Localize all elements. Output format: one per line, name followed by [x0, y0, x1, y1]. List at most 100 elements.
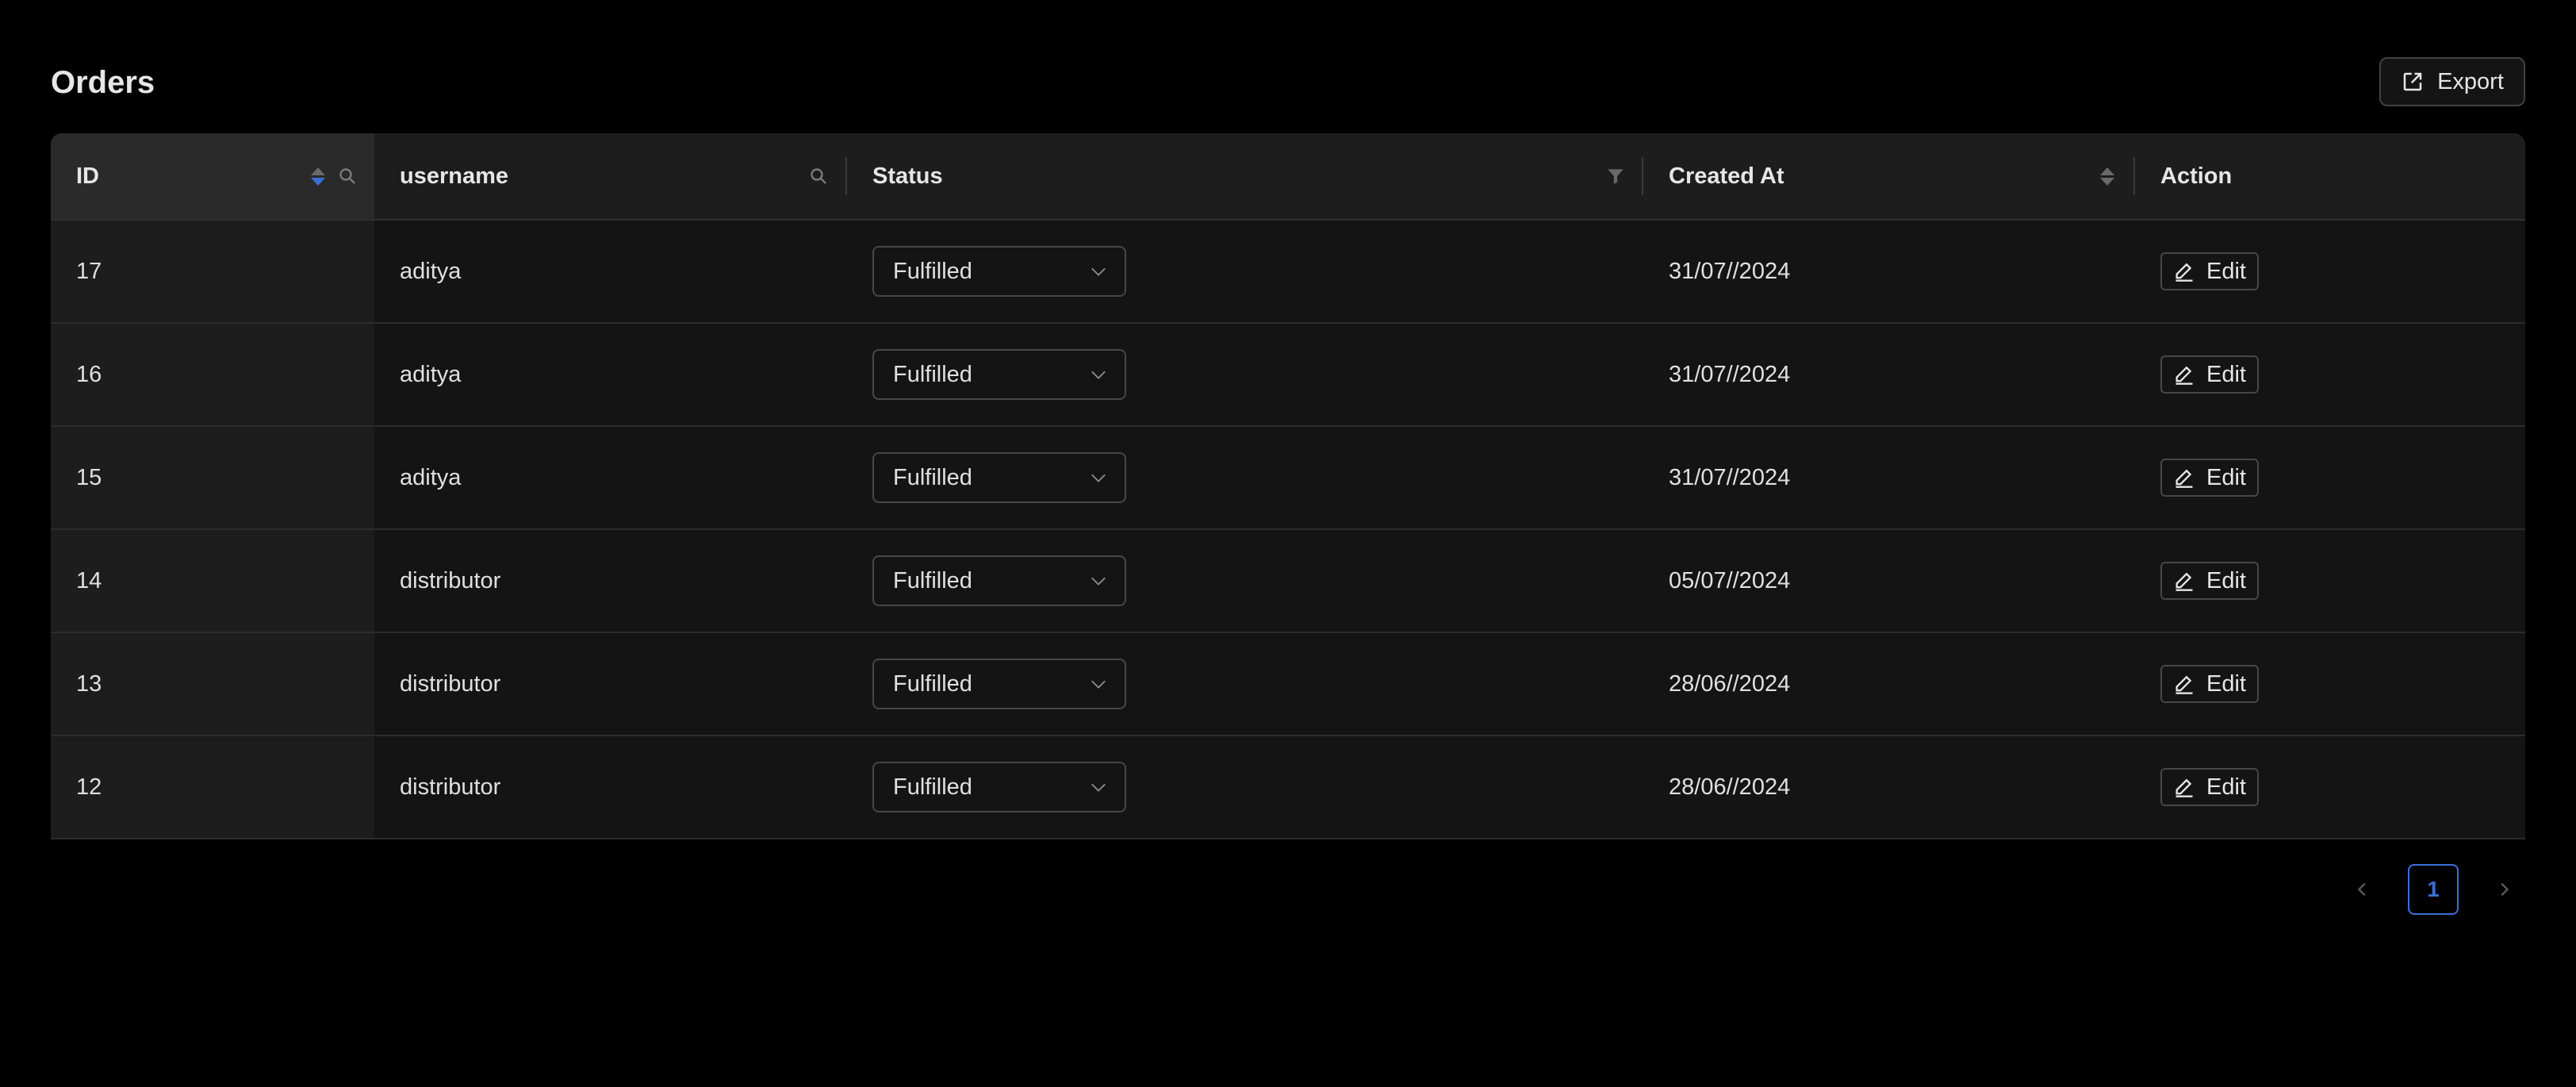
- export-label: Export: [2437, 68, 2504, 94]
- cell-created-at: 31/07//2024: [1669, 361, 1791, 387]
- column-label: username: [400, 163, 509, 189]
- status-select[interactable]: Fulfilled: [872, 452, 1126, 503]
- status-select-value: Fulfilled: [893, 774, 972, 800]
- cell-username: aditya: [400, 464, 462, 490]
- table-row: 13 distributor Fulfilled 28/06//2024 Edi…: [51, 633, 2525, 736]
- column-tools: [1605, 133, 1626, 219]
- status-select-value: Fulfilled: [893, 567, 972, 593]
- cell-id: 16: [51, 324, 374, 425]
- cell-action: Edit: [2135, 427, 2525, 528]
- chevron-left-icon: [2357, 882, 2366, 897]
- cell-username: distributor: [400, 670, 501, 697]
- page-header: Orders Export: [51, 57, 2525, 108]
- cell-created-at: 05/07//2024: [1669, 567, 1791, 593]
- chevron-down-icon: [1091, 680, 1106, 689]
- cell-status: Fulfilled: [847, 324, 1643, 425]
- chevron-down-icon: [1091, 474, 1106, 482]
- table-body: 17 aditya Fulfilled 31/07//2024 Edit 16 …: [51, 221, 2525, 839]
- table-header: ID username Status Created At Action: [51, 133, 2525, 221]
- edit-label: Edit: [2206, 670, 2246, 697]
- search-icon[interactable]: [338, 167, 357, 186]
- column-label: Status: [872, 163, 943, 189]
- edit-icon: [2175, 469, 2193, 488]
- chevron-down-icon: [1091, 783, 1106, 792]
- cell-action: Edit: [2135, 633, 2525, 735]
- table-row: 17 aditya Fulfilled 31/07//2024 Edit: [51, 221, 2525, 324]
- cell-id: 15: [51, 427, 374, 528]
- cell-id: 13: [51, 633, 374, 735]
- edit-label: Edit: [2206, 258, 2246, 284]
- page-number-button[interactable]: 1: [2408, 864, 2459, 915]
- edit-icon: [2175, 675, 2193, 694]
- cell-action: Edit: [2135, 324, 2525, 425]
- cell-action: Edit: [2135, 530, 2525, 632]
- column-header-status[interactable]: Status: [847, 133, 1643, 219]
- pagination: 1: [2341, 863, 2525, 916]
- cell-username: aditya: [400, 361, 462, 387]
- sort-icon[interactable]: [311, 167, 325, 186]
- next-page-button[interactable]: [2482, 868, 2525, 911]
- column-tools: [311, 133, 357, 219]
- cell-created-at: 31/07//2024: [1669, 464, 1791, 490]
- edit-button[interactable]: Edit: [2160, 459, 2259, 497]
- cell-id: 12: [51, 736, 374, 838]
- cell-id: 14: [51, 530, 374, 632]
- table-row: 15 aditya Fulfilled 31/07//2024 Edit: [51, 427, 2525, 530]
- edit-button[interactable]: Edit: [2160, 252, 2259, 290]
- cell-created-at: 31/07//2024: [1669, 258, 1791, 284]
- edit-icon: [2175, 778, 2193, 797]
- cell-status: Fulfilled: [847, 221, 1643, 322]
- cell-action: Edit: [2135, 736, 2525, 838]
- cell-status: Fulfilled: [847, 736, 1643, 838]
- status-select-value: Fulfilled: [893, 258, 972, 284]
- edit-button[interactable]: Edit: [2160, 562, 2259, 600]
- edit-label: Edit: [2206, 567, 2246, 593]
- cell-status: Fulfilled: [847, 633, 1643, 735]
- cell-id: 17: [51, 221, 374, 322]
- orders-table: ID username Status Created At Action 17 …: [51, 133, 2525, 839]
- table-row: 16 aditya Fulfilled 31/07//2024 Edit: [51, 324, 2525, 427]
- cell-username: aditya: [400, 258, 462, 284]
- cell-status: Fulfilled: [847, 530, 1643, 632]
- chevron-right-icon: [2501, 882, 2509, 897]
- cell-action: Edit: [2135, 221, 2525, 322]
- edit-label: Edit: [2206, 774, 2246, 800]
- column-tools: [809, 133, 828, 219]
- edit-button[interactable]: Edit: [2160, 768, 2259, 806]
- chevron-down-icon: [1091, 371, 1106, 379]
- export-button[interactable]: Export: [2379, 57, 2525, 106]
- edit-button[interactable]: Edit: [2160, 355, 2259, 394]
- search-icon[interactable]: [809, 167, 828, 186]
- orders-page: Orders Export ID username Status Created…: [0, 0, 2576, 1087]
- status-select-value: Fulfilled: [893, 464, 972, 490]
- column-header-action: Action: [2135, 133, 2525, 219]
- filter-icon[interactable]: [1605, 166, 1626, 186]
- cell-created-at: 28/06//2024: [1669, 774, 1791, 800]
- status-select[interactable]: Fulfilled: [872, 762, 1126, 812]
- edit-icon: [2175, 366, 2193, 385]
- status-select[interactable]: Fulfilled: [872, 349, 1126, 400]
- status-select[interactable]: Fulfilled: [872, 246, 1126, 297]
- cell-created-at: 28/06//2024: [1669, 670, 1791, 697]
- chevron-down-icon: [1091, 577, 1106, 586]
- prev-page-button[interactable]: [2341, 868, 2384, 911]
- cell-status: Fulfilled: [847, 427, 1643, 528]
- sort-icon[interactable]: [2100, 167, 2114, 186]
- status-select-value: Fulfilled: [893, 361, 972, 387]
- column-header-username[interactable]: username: [374, 133, 847, 219]
- table-row: 12 distributor Fulfilled 28/06//2024 Edi…: [51, 736, 2525, 839]
- status-select[interactable]: Fulfilled: [872, 659, 1126, 709]
- edit-icon: [2175, 572, 2193, 591]
- column-header-id[interactable]: ID: [51, 133, 374, 219]
- edit-button[interactable]: Edit: [2160, 665, 2259, 703]
- edit-icon: [2175, 263, 2193, 282]
- cell-username: distributor: [400, 774, 501, 800]
- column-tools: [2100, 133, 2114, 219]
- edit-label: Edit: [2206, 361, 2246, 387]
- column-label: Created At: [1669, 163, 1784, 189]
- cell-username: distributor: [400, 567, 501, 593]
- status-select[interactable]: Fulfilled: [872, 555, 1126, 606]
- chevron-down-icon: [1091, 267, 1106, 276]
- table-row: 14 distributor Fulfilled 05/07//2024 Edi…: [51, 530, 2525, 633]
- column-header-created-at[interactable]: Created At: [1643, 133, 2135, 219]
